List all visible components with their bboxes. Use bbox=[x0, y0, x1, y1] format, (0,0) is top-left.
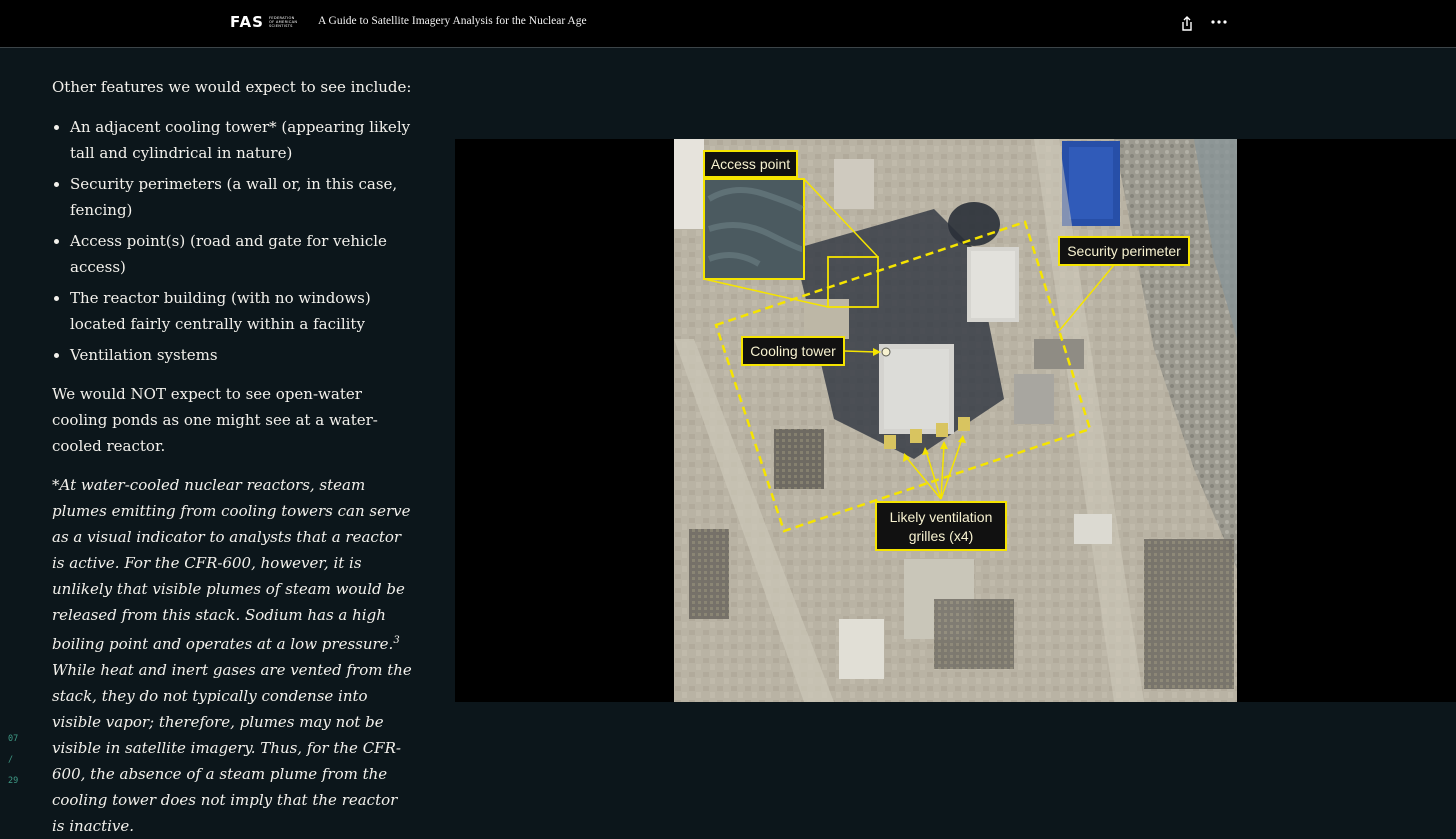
turbine-hall-roof bbox=[971, 251, 1015, 318]
list-item: The reactor building (with no windows) l… bbox=[70, 285, 412, 337]
building bbox=[774, 429, 824, 489]
list-item: Access point(s) (road and gate for vehic… bbox=[70, 228, 412, 280]
building bbox=[674, 139, 704, 229]
ventilation-label-line1: Likely ventilation bbox=[890, 509, 993, 525]
cooling-tower-stack bbox=[881, 347, 891, 357]
ventilation-label-line2: grilles (x4) bbox=[909, 528, 974, 544]
satellite-image: Access point Security perimeter Cooling … bbox=[674, 139, 1237, 702]
leader-line bbox=[843, 350, 878, 353]
ventilation-grille bbox=[884, 435, 896, 449]
footnote-text: *At water-cooled nuclear reactors, steam… bbox=[52, 476, 411, 653]
reactor-roof bbox=[884, 349, 949, 429]
fas-logo[interactable]: FAS FEDERATION OF AMERICAN SCIENTISTS bbox=[230, 13, 297, 31]
not-expect-paragraph: We would NOT expect to see open-water co… bbox=[52, 385, 378, 455]
logo-mark: FAS bbox=[230, 13, 264, 31]
pager-current: 07 bbox=[8, 734, 19, 744]
ventilation-grille bbox=[936, 423, 948, 437]
list-item: Ventilation systems bbox=[70, 342, 412, 368]
security-perimeter-label: Security perimeter bbox=[1067, 243, 1181, 259]
pager-separator: / bbox=[8, 755, 14, 765]
logo-subtitle-line: SCIENTISTS bbox=[268, 24, 293, 28]
top-bar: FAS FEDERATION OF AMERICAN SCIENTISTS A … bbox=[0, 0, 1456, 48]
footnote-text-continued: While heat and inert gases are vented fr… bbox=[52, 661, 412, 835]
intro-paragraph: Other features we would expect to see in… bbox=[52, 78, 412, 96]
building bbox=[1014, 374, 1054, 424]
ventilation-grille bbox=[958, 417, 970, 431]
building bbox=[689, 529, 729, 619]
building bbox=[934, 599, 1014, 669]
list-item: Security perimeters (a wall or, in this … bbox=[70, 171, 412, 223]
logo-subtitle: FEDERATION OF AMERICAN SCIENTISTS bbox=[269, 16, 297, 28]
more-options-button[interactable] bbox=[1208, 12, 1230, 32]
page-title: A Guide to Satellite Imagery Analysis fo… bbox=[318, 15, 587, 27]
cooling-tower-shadow bbox=[948, 202, 1000, 246]
access-point-label: Access point bbox=[711, 156, 790, 172]
building bbox=[839, 619, 884, 679]
building bbox=[834, 159, 874, 209]
share-icon bbox=[1182, 16, 1192, 31]
list-item: An adjacent cooling tower* (appearing li… bbox=[70, 114, 412, 166]
footnote-paragraph: *At water-cooled nuclear reactors, steam… bbox=[52, 472, 412, 839]
footnote-reference[interactable]: 3 bbox=[393, 635, 399, 646]
building bbox=[1144, 539, 1234, 689]
building bbox=[804, 299, 849, 339]
ventilation-grille bbox=[910, 429, 922, 443]
cooling-tower-label: Cooling tower bbox=[750, 343, 836, 359]
building bbox=[1034, 339, 1084, 369]
share-button[interactable] bbox=[1178, 13, 1196, 33]
slide-pager: 07 / 29 bbox=[8, 729, 18, 792]
feature-list: An adjacent cooling tower* (appearing li… bbox=[52, 114, 412, 368]
more-dots-icon bbox=[1211, 20, 1227, 24]
article-text: Other features we would expect to see in… bbox=[52, 74, 412, 839]
building bbox=[1074, 514, 1112, 544]
pager-total: 29 bbox=[8, 776, 19, 786]
blue-roof-detail bbox=[1069, 147, 1113, 219]
